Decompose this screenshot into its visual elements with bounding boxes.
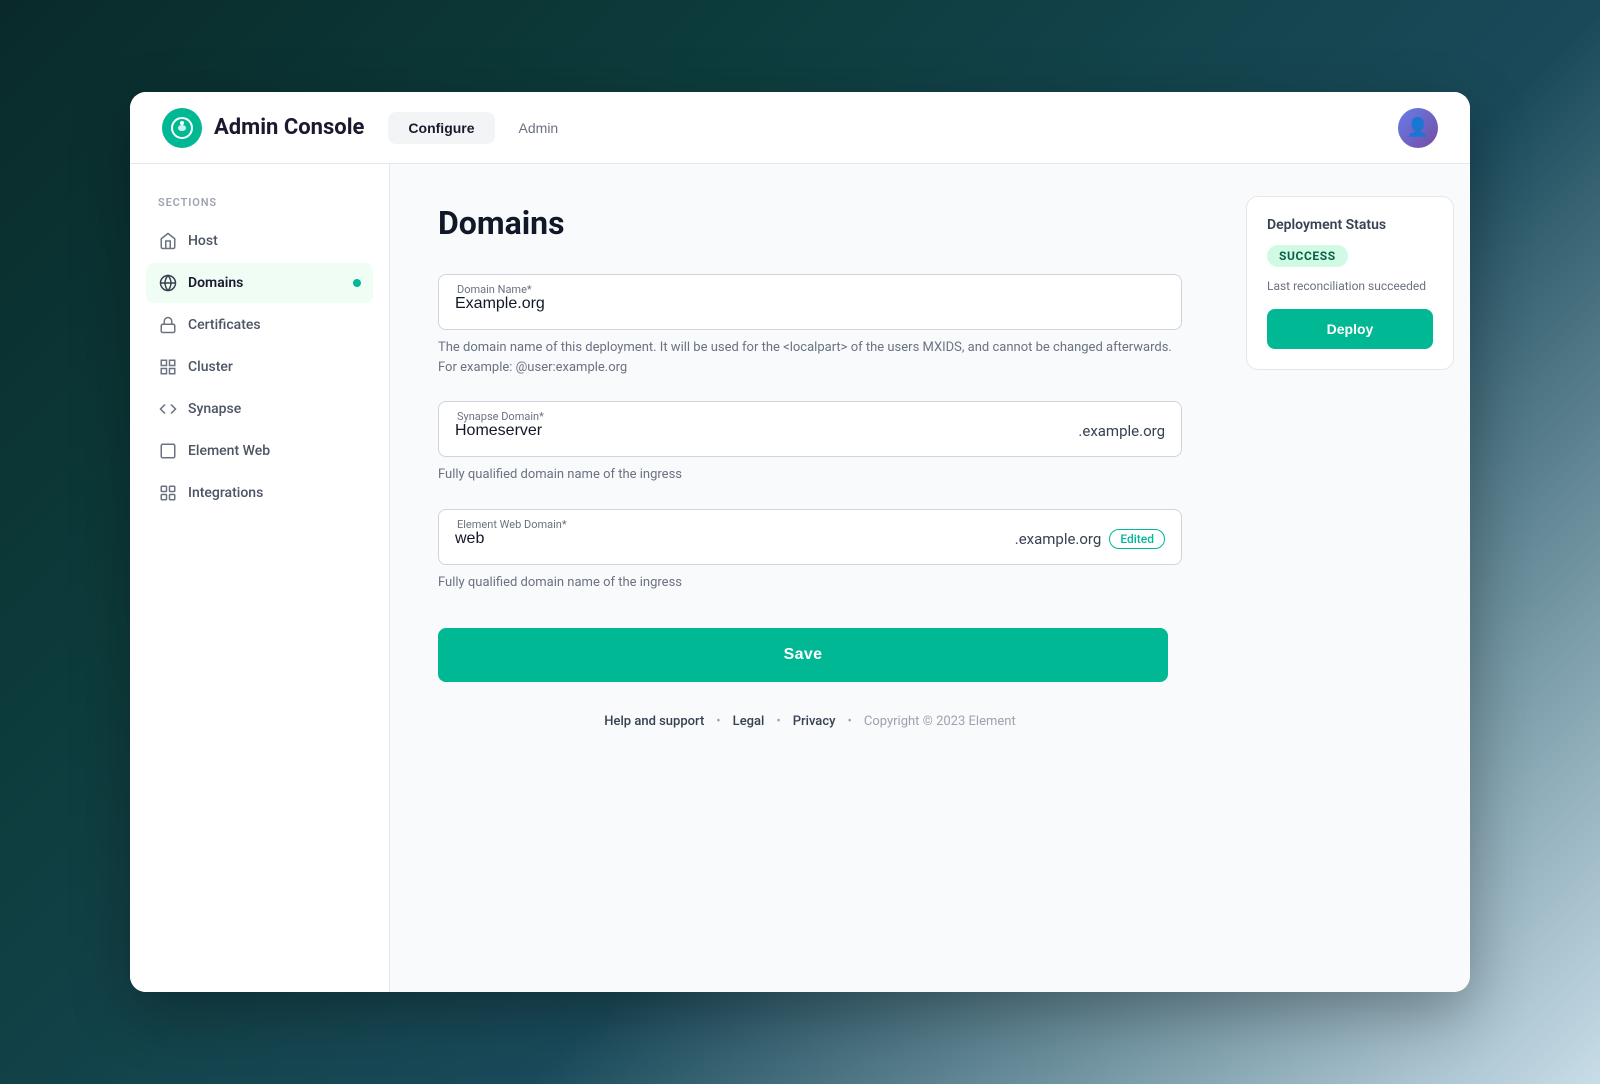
domain-name-row (455, 291, 1165, 317)
sidebar: SECTIONS Host Do (130, 164, 390, 992)
code-icon (158, 399, 178, 419)
edited-badge: Edited (1109, 529, 1165, 549)
synapse-domain-container: Synapse Domain* .example.org (438, 401, 1182, 457)
domain-name-container: Domain Name* (438, 274, 1182, 330)
lock-icon (158, 315, 178, 335)
deployment-card: Deployment Status SUCCESS Last reconcili… (1246, 196, 1454, 370)
active-indicator (353, 279, 361, 287)
footer-dot-1: • (716, 714, 720, 729)
element-web-domain-container: Element Web Domain* .example.org Edited (438, 509, 1182, 565)
sections-label: SECTIONS (146, 196, 373, 209)
integrations-icon (158, 483, 178, 503)
user-avatar[interactable]: 👤 (1398, 108, 1438, 148)
page-title: Domains (438, 204, 1182, 242)
tab-admin[interactable]: Admin (499, 112, 579, 144)
sidebar-label-host: Host (188, 233, 218, 249)
deployment-panel: Deployment Status SUCCESS Last reconcili… (1230, 164, 1470, 992)
page-footer: Help and support • Legal • Privacy • Cop… (438, 682, 1182, 761)
sidebar-item-certificates[interactable]: Certificates (146, 305, 373, 345)
sidebar-item-host[interactable]: Host (146, 221, 373, 261)
privacy-link[interactable]: Privacy (793, 714, 836, 729)
help-link[interactable]: Help and support (604, 714, 704, 729)
element-web-domain-hint: Fully qualified domain name of the ingre… (438, 573, 1182, 593)
domain-name-input[interactable] (455, 291, 1165, 317)
sidebar-item-domains[interactable]: Domains (146, 263, 373, 303)
legal-link[interactable]: Legal (733, 714, 765, 729)
synapse-domain-input[interactable] (455, 418, 1078, 444)
element-web-domain-label: Element Web Domain* (455, 518, 569, 531)
main-content: Domains Domain Name* The domain name of … (390, 164, 1230, 992)
domain-name-field: Domain Name* The domain name of this dep… (438, 274, 1182, 377)
sidebar-label-certificates: Certificates (188, 317, 261, 333)
sidebar-label-synapse: Synapse (188, 401, 241, 417)
app-header: Admin Console Configure Admin 👤 (130, 92, 1470, 164)
home-icon (158, 231, 178, 251)
sidebar-label-integrations: Integrations (188, 485, 263, 501)
synapse-domain-label: Synapse Domain* (455, 410, 546, 423)
nav-tabs: Configure Admin (388, 112, 578, 144)
save-button[interactable]: Save (438, 628, 1168, 682)
reconciliation-text: Last reconciliation succeeded (1267, 279, 1433, 293)
sidebar-item-cluster[interactable]: Cluster (146, 347, 373, 387)
sidebar-label-domains: Domains (188, 275, 243, 291)
sidebar-item-integrations[interactable]: Integrations (146, 473, 373, 513)
synapse-domain-field: Synapse Domain* .example.org Fully quali… (438, 401, 1182, 485)
element-web-domain-suffix: .example.org (1015, 530, 1102, 548)
synapse-domain-row: .example.org (455, 418, 1165, 444)
app-title: Admin Console (214, 115, 364, 140)
sidebar-item-element-web[interactable]: Element Web (146, 431, 373, 471)
globe-icon (158, 273, 178, 293)
sidebar-label-cluster: Cluster (188, 359, 233, 375)
footer-dot-2: • (776, 714, 780, 729)
status-badge: SUCCESS (1267, 245, 1348, 267)
element-web-domain-field: Element Web Domain* .example.org Edited … (438, 509, 1182, 593)
copyright-text: Copyright © 2023 Element (864, 714, 1016, 729)
domain-name-hint: The domain name of this deployment. It w… (438, 338, 1182, 377)
sidebar-item-synapse[interactable]: Synapse (146, 389, 373, 429)
synapse-domain-suffix: .example.org (1078, 422, 1165, 440)
footer-dot-3: • (847, 714, 851, 729)
domain-name-label: Domain Name* (455, 283, 534, 296)
logo-area: Admin Console (162, 108, 364, 148)
grid-icon (158, 357, 178, 377)
main-layout: SECTIONS Host Do (130, 164, 1470, 992)
deployment-title: Deployment Status (1267, 217, 1433, 233)
synapse-domain-hint: Fully qualified domain name of the ingre… (438, 465, 1182, 485)
square-icon (158, 441, 178, 461)
tab-configure[interactable]: Configure (388, 112, 494, 144)
app-logo (162, 108, 202, 148)
sidebar-label-element-web: Element Web (188, 443, 270, 459)
header-left: Admin Console Configure Admin (162, 108, 578, 148)
deploy-button[interactable]: Deploy (1267, 309, 1433, 349)
